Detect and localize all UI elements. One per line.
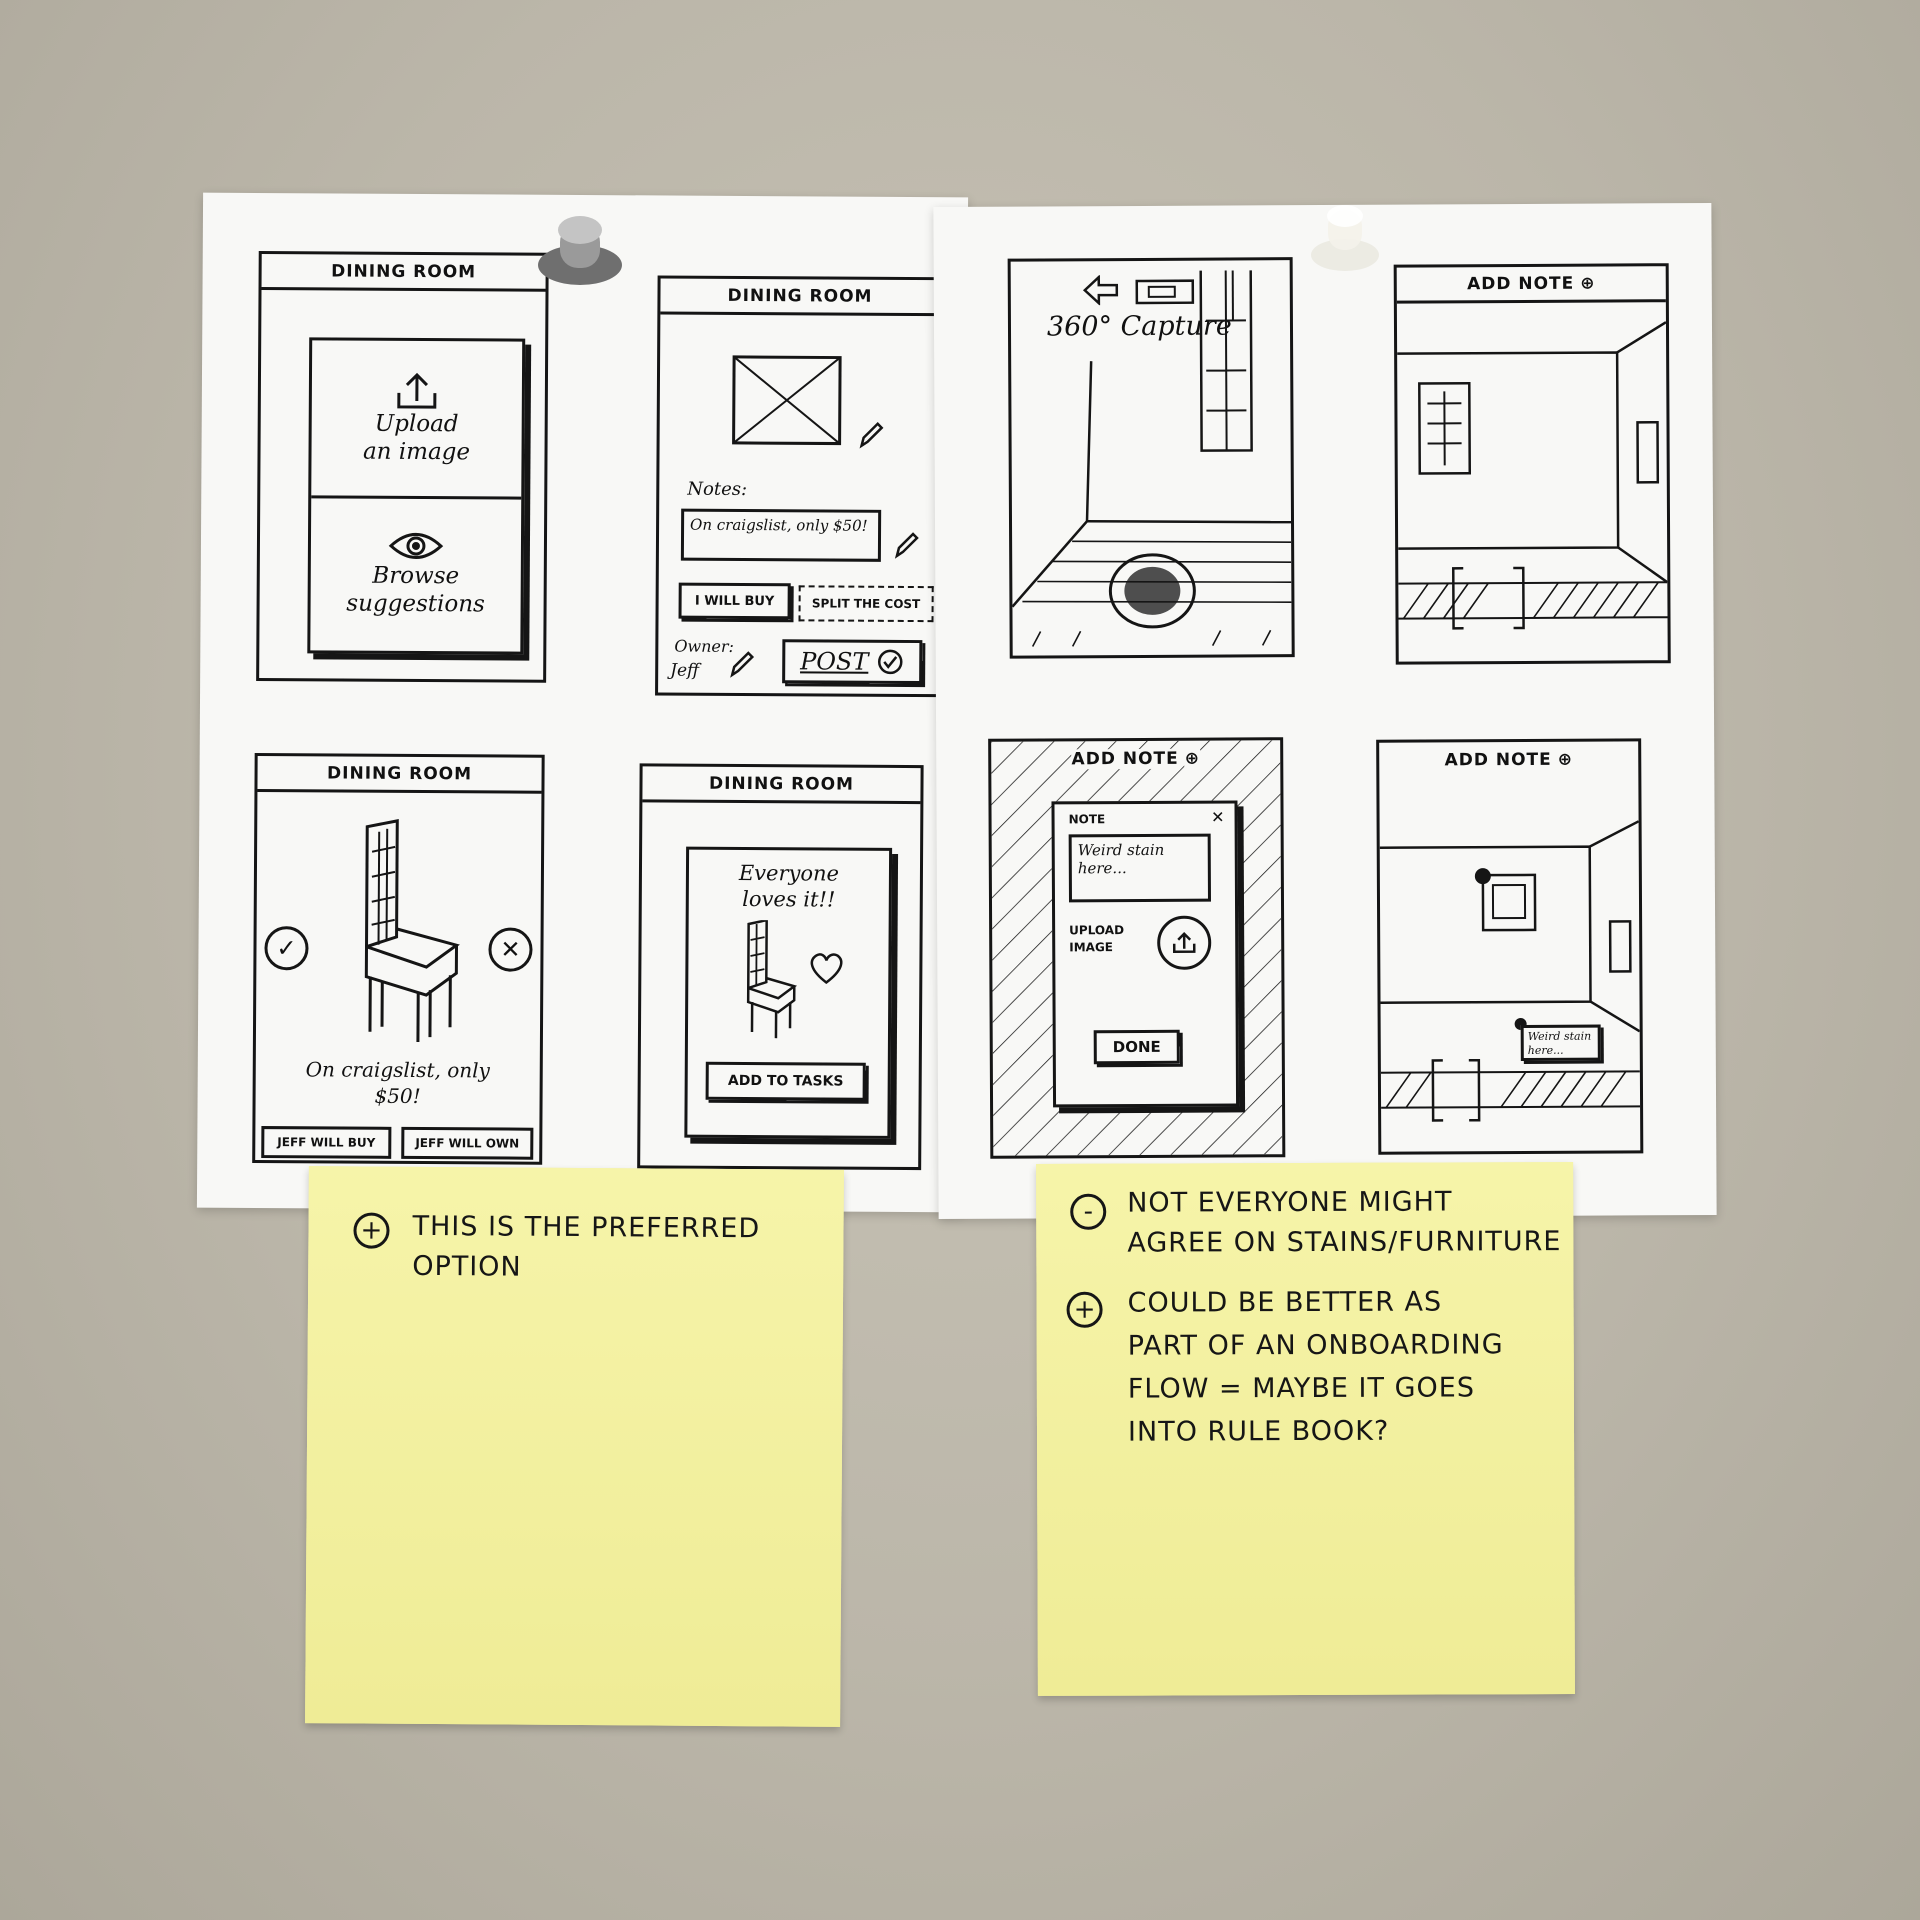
note-text-field[interactable]: Weird stain here... bbox=[1068, 833, 1211, 903]
close-icon[interactable]: ✕ bbox=[1211, 808, 1225, 827]
suggestion-caption: On craigslist, only $50! bbox=[266, 1056, 530, 1110]
sticky-note-right: - NOT EVERYONE MIGHT AGREE ON STAINS/FUR… bbox=[1036, 1162, 1575, 1696]
reject-x-icon[interactable]: ✕ bbox=[488, 927, 533, 972]
caption-line-2: $50! bbox=[374, 1083, 421, 1109]
sticky-right-plus-line-1: COULD BE BETTER AS bbox=[1127, 1286, 1443, 1319]
chair-icon bbox=[364, 819, 460, 1043]
plus-circle-icon: ⊕ bbox=[1184, 748, 1201, 769]
upload-icon bbox=[397, 372, 437, 409]
upload-image-button[interactable] bbox=[1157, 915, 1212, 970]
sketch-sheet-left: DINING ROOM Upload an image Browse sugge… bbox=[196, 192, 969, 1213]
accept-check-icon[interactable]: ✓ bbox=[264, 926, 309, 971]
metal-push-pin-icon bbox=[538, 216, 622, 285]
sticky-right-plus-line-2: PART OF AN ONBOARDING bbox=[1127, 1329, 1504, 1362]
sticky-right-plus-line-3: FLOW = MAYBE IT GOES bbox=[1127, 1372, 1476, 1405]
i-will-buy-button[interactable]: I WILL BUY bbox=[678, 582, 791, 620]
message-line-1: Everyone bbox=[738, 860, 840, 886]
frame-title: DINING ROOM bbox=[261, 254, 546, 292]
sketch-frame-everyone-loves: DINING ROOM Everyone loves it!! ADD TO T… bbox=[637, 763, 924, 1171]
sticky-right-minus-line-1: NOT EVERYONE MIGHT bbox=[1127, 1186, 1453, 1219]
browse-option[interactable]: Browse suggestions bbox=[310, 495, 521, 651]
add-note-label: ADD NOTE bbox=[1071, 748, 1179, 770]
frame-title: DINING ROOM bbox=[642, 766, 921, 805]
choice-card: Upload an image Browse suggestions bbox=[307, 337, 526, 655]
result-card: Everyone loves it!! ADD TO TASKS bbox=[684, 846, 893, 1139]
browse-label-1: Browse bbox=[372, 562, 460, 590]
heart-icon bbox=[810, 953, 843, 985]
add-note-header[interactable]: ADD NOTE ⊕ bbox=[1396, 266, 1666, 304]
owner-label: Owner: bbox=[674, 636, 735, 656]
jeff-will-buy-button[interactable]: JEFF WILL BUY bbox=[261, 1126, 392, 1159]
sketch-frame-item-detail: DINING ROOM Notes: On craigslist, only $… bbox=[655, 275, 943, 698]
plus-circle-icon: + bbox=[1066, 1291, 1103, 1328]
result-message: Everyone loves it!! bbox=[689, 860, 889, 914]
upload-label-1: Upload bbox=[374, 410, 459, 438]
done-button[interactable]: DONE bbox=[1093, 1029, 1180, 1065]
clear-push-pin-icon bbox=[1311, 205, 1379, 271]
post-button[interactable]: POST bbox=[782, 639, 923, 685]
sticky-left-line-2: OPTION bbox=[412, 1250, 522, 1283]
upload-image-line-1: UPLOAD bbox=[1069, 923, 1125, 938]
sketch-sheet-right: 360° Capture ADD NOTE ⊕ ADD NOTE ⊕ NOTE … bbox=[933, 202, 1717, 1220]
add-note-label: ADD NOTE bbox=[1466, 273, 1575, 294]
caption-line-1: On craigslist, only bbox=[305, 1057, 490, 1083]
add-to-tasks-button[interactable]: ADD TO TASKS bbox=[705, 1061, 866, 1101]
note-modal: NOTE ✕ Weird stain here... UPLOAD IMAGE … bbox=[1051, 800, 1240, 1108]
upload-image-label: UPLOAD IMAGE bbox=[1069, 922, 1139, 956]
split-cost-button[interactable]: SPLIT THE COST bbox=[798, 585, 934, 623]
browse-label-2: suggestions bbox=[346, 590, 485, 617]
room-wall-drawing bbox=[1397, 321, 1668, 630]
pencil-icon[interactable] bbox=[858, 420, 884, 450]
notes-field[interactable]: On craigslist, only $50! bbox=[680, 508, 882, 562]
post-label: POST bbox=[800, 647, 869, 676]
sketch-frame-pinned-note: ADD NOTE ⊕ Weird stain here... bbox=[1376, 738, 1644, 1155]
pinned-note-label[interactable]: Weird stain here... bbox=[1520, 1024, 1601, 1061]
chair-icon bbox=[746, 919, 798, 1039]
minus-circle-icon: - bbox=[1070, 1193, 1107, 1230]
sticky-right-minus-line-2: AGREE ON STAINS/FURNITURE bbox=[1127, 1226, 1562, 1259]
check-circle-icon bbox=[878, 649, 903, 675]
upload-label-2: an image bbox=[362, 438, 471, 465]
sketch-frame-swipe-suggestion: DINING ROOM ✓ ✕ On craigslist, only $50!… bbox=[252, 752, 545, 1165]
jeff-will-own-button[interactable]: JEFF WILL OWN bbox=[401, 1126, 534, 1160]
notes-label: Notes: bbox=[687, 478, 748, 501]
sketch-frame-upload-or-browse: DINING ROOM Upload an image Browse sugge… bbox=[256, 251, 549, 683]
sticky-left-line-1: THIS IS THE PREFERRED bbox=[412, 1210, 761, 1245]
sticky-note-left: + THIS IS THE PREFERRED OPTION bbox=[305, 1166, 844, 1727]
frame-title: DINING ROOM bbox=[257, 756, 542, 794]
upload-option[interactable]: Upload an image bbox=[311, 340, 523, 500]
sticky-right-plus-line-4: INTO RULE BOOK? bbox=[1127, 1415, 1390, 1448]
plus-circle-icon: + bbox=[353, 1212, 390, 1249]
pencil-icon[interactable] bbox=[728, 649, 755, 679]
image-placeholder-icon bbox=[732, 355, 842, 446]
sketch-frame-360-capture: 360° Capture bbox=[1007, 257, 1295, 659]
pencil-icon[interactable] bbox=[893, 530, 919, 560]
plus-circle-icon: ⊕ bbox=[1580, 273, 1596, 294]
sketch-frame-add-note-view: ADD NOTE ⊕ bbox=[1393, 263, 1671, 665]
add-note-header[interactable]: ADD NOTE ⊕ bbox=[991, 740, 1280, 778]
message-line-2: loves it!! bbox=[742, 887, 836, 912]
upload-icon bbox=[1172, 931, 1196, 954]
sketch-frame-note-modal: ADD NOTE ⊕ NOTE ✕ Weird stain here... UP… bbox=[988, 737, 1286, 1159]
eye-icon bbox=[388, 532, 444, 559]
upload-image-line-2: IMAGE bbox=[1069, 939, 1114, 955]
owner-value: Jeff bbox=[670, 660, 700, 681]
modal-title: NOTE bbox=[1068, 812, 1106, 827]
frame-title: DINING ROOM bbox=[660, 278, 940, 317]
room-wall-drawing bbox=[1379, 820, 1641, 1122]
room-perspective-drawing bbox=[1011, 270, 1292, 647]
